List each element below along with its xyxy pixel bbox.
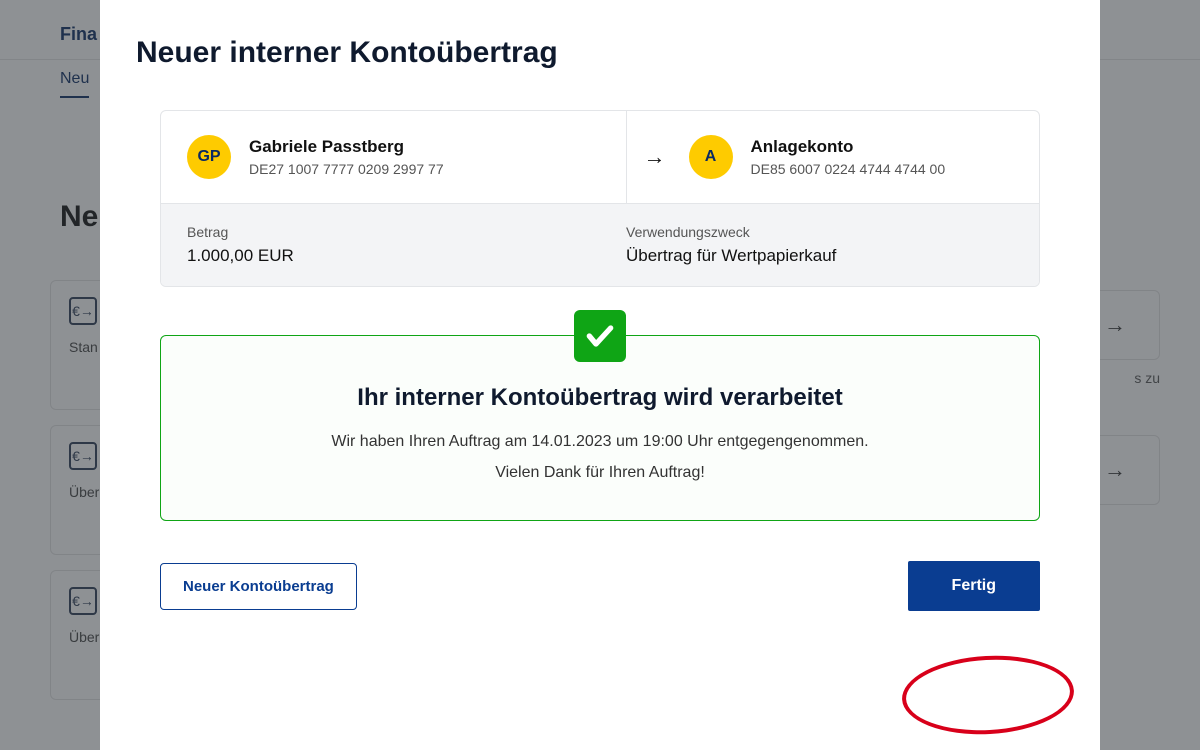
purpose-cell: Verwendungszweck Übertrag für Wertpapier… [600, 204, 1039, 286]
success-message: Wir haben Ihren Auftrag am 14.01.2023 um… [201, 430, 999, 454]
from-name: Gabriele Passtberg [249, 137, 444, 157]
modal-footer: Neuer Kontoübertrag Fertig [160, 561, 1040, 611]
amount-value: 1.000,00 EUR [187, 246, 574, 266]
new-transfer-button[interactable]: Neuer Kontoübertrag [160, 563, 357, 610]
to-avatar: A [689, 135, 733, 179]
to-name: Anlagekonto [751, 137, 946, 157]
arrow-right-icon: → [627, 144, 683, 170]
purpose-value: Übertrag für Wertpapierkauf [626, 246, 1013, 266]
transfer-summary-card: GP Gabriele Passtberg DE27 1007 7777 020… [160, 110, 1040, 287]
success-box: Ihr interner Kontoübertrag wird verarbei… [160, 335, 1040, 521]
purpose-label: Verwendungszweck [626, 224, 1013, 240]
done-button[interactable]: Fertig [908, 561, 1040, 611]
transfer-confirmation-modal: Neuer interner Kontoübertrag GP Gabriele… [100, 0, 1100, 750]
annotation-highlight-ellipse [900, 652, 1076, 739]
from-avatar: GP [187, 135, 231, 179]
modal-title: Neuer interner Kontoübertrag [136, 36, 1064, 70]
success-thanks: Vielen Dank für Ihren Auftrag! [201, 464, 999, 482]
details-row: Betrag 1.000,00 EUR Verwendungszweck Übe… [161, 203, 1039, 286]
amount-label: Betrag [187, 224, 574, 240]
to-iban: DE85 6007 0224 4744 4744 00 [751, 161, 946, 177]
success-title: Ihr interner Kontoübertrag wird verarbei… [201, 384, 999, 412]
from-iban: DE27 1007 7777 0209 2997 77 [249, 161, 444, 177]
accounts-row: GP Gabriele Passtberg DE27 1007 7777 020… [161, 111, 1039, 203]
to-account: A Anlagekonto DE85 6007 0224 4744 4744 0… [683, 111, 1040, 203]
checkmark-icon [574, 310, 626, 362]
amount-cell: Betrag 1.000,00 EUR [161, 204, 600, 286]
from-account: GP Gabriele Passtberg DE27 1007 7777 020… [161, 111, 626, 203]
